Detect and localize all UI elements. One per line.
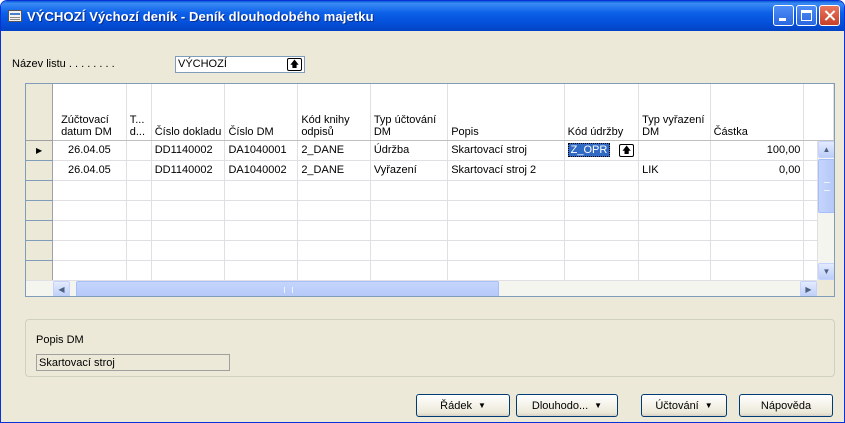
- scrollbar-corner: [817, 280, 834, 296]
- column-header-disposal-type[interactable]: Typ vyřazení DM: [638, 84, 711, 141]
- empty-row[interactable]: [26, 220, 834, 241]
- scroll-left-button[interactable]: ◀: [53, 281, 70, 296]
- row-selector[interactable]: [26, 220, 54, 241]
- table-row[interactable]: ▶ 26.04.05 DD1140002 DA1040001 2_DANE Úd…: [26, 140, 834, 161]
- scroll-down-icon: ▼: [822, 267, 831, 276]
- minimize-icon: [779, 18, 786, 21]
- chevron-down-icon: ▼: [704, 401, 713, 410]
- chevron-down-icon: ▼: [477, 401, 486, 410]
- minimize-button[interactable]: [773, 5, 794, 26]
- journal-window: VÝCHOZÍ Výchozí deník - Deník dlouhodobé…: [0, 0, 845, 423]
- column-header-posting-type[interactable]: Typ účtování DM: [370, 84, 449, 141]
- help-label: Nápověda: [760, 399, 812, 412]
- window-controls: [773, 5, 840, 26]
- cell-description[interactable]: Skartovací stroj 2: [447, 160, 565, 181]
- column-header-extra: [803, 84, 834, 141]
- cell-maintenance-code[interactable]: [564, 160, 640, 181]
- cell-disposal-type[interactable]: [638, 140, 711, 161]
- posting-menu-button[interactable]: Účtování ▼: [641, 394, 727, 417]
- cell-fa-no[interactable]: DA1040002: [224, 160, 299, 181]
- empty-row[interactable]: [26, 200, 834, 221]
- maintenance-code-input[interactable]: Z_OPR: [567, 143, 611, 157]
- close-button[interactable]: [819, 5, 840, 26]
- header-row: Zúčtovací datum DM T... d... Číslo dokla…: [26, 84, 834, 141]
- horizontal-scrollbar[interactable]: ◀ ▶: [26, 280, 817, 296]
- cell-posting-type[interactable]: Vyřazení: [370, 160, 449, 181]
- column-header-maintenance-code[interactable]: Kód údržby: [564, 84, 640, 141]
- scroll-up-button[interactable]: ▲: [818, 141, 834, 158]
- journal-lines-table: Zúčtovací datum DM T... d... Číslo dokla…: [26, 84, 834, 281]
- help-button[interactable]: Nápověda: [739, 394, 833, 417]
- cell-date[interactable]: 26.04.05: [52, 160, 127, 181]
- cell-date[interactable]: 26.04.05: [52, 140, 127, 161]
- scroll-left-icon: ◀: [58, 285, 65, 294]
- table-row[interactable]: 26.04.05 DD1140002 DA1040002 2_DANE Vyřa…: [26, 160, 834, 181]
- row-selector[interactable]: [26, 160, 54, 181]
- fa-description-field: Skartovací stroj: [36, 354, 230, 371]
- journal-lines-grid: Zúčtovací datum DM T... d... Číslo dokla…: [25, 83, 835, 297]
- column-header-amount[interactable]: Částka: [710, 84, 805, 141]
- sheet-name-value: VÝCHOZÍ: [178, 58, 227, 70]
- cell-posting-type[interactable]: Údržba: [370, 140, 449, 161]
- cell-disposal-type[interactable]: LIK: [638, 160, 711, 181]
- vertical-scroll-thumb[interactable]: [818, 159, 834, 213]
- column-header-depr-book[interactable]: Kód knihy odpisů: [297, 84, 371, 141]
- lookup-arrow-icon[interactable]: 🡅: [619, 143, 635, 157]
- scroll-up-icon: ▲: [822, 145, 831, 154]
- fa-description-label: Popis DM: [36, 334, 84, 346]
- cell-depr-book[interactable]: 2_DANE: [297, 160, 371, 181]
- cell-doc-no[interactable]: DD1140002: [151, 160, 226, 181]
- empty-row[interactable]: [26, 260, 834, 281]
- cell-amount[interactable]: 100,00: [710, 140, 805, 161]
- cell-fa-no[interactable]: DA1040001: [224, 140, 299, 161]
- sheet-name-field[interactable]: VÝCHOZÍ 🡅: [175, 55, 305, 73]
- maximize-button[interactable]: [796, 5, 817, 26]
- cell-maintenance-code-editing[interactable]: Z_OPR 🡅: [564, 140, 640, 161]
- cell-type[interactable]: [126, 140, 152, 161]
- close-icon: [820, 6, 839, 25]
- cell-description[interactable]: Skartovací stroj: [447, 140, 565, 161]
- column-header-fa-no[interactable]: Číslo DM: [224, 84, 299, 141]
- column-header-type[interactable]: T... d...: [126, 84, 152, 141]
- row-selector[interactable]: [26, 260, 54, 281]
- cell-depr-book[interactable]: 2_DANE: [297, 140, 371, 161]
- row-selector[interactable]: ▶: [26, 140, 54, 161]
- posting-menu-label: Účtování: [655, 399, 699, 412]
- fa-description-panel: Popis DM Skartovací stroj: [25, 319, 835, 377]
- empty-row[interactable]: [26, 180, 834, 201]
- row-selector[interactable]: [26, 180, 54, 201]
- journal-icon: [8, 10, 22, 22]
- cell-type[interactable]: [126, 160, 152, 181]
- scroll-right-icon: ▶: [805, 285, 812, 294]
- sheet-name-row: Název listu . . . . . . . . VÝCHOZÍ 🡅: [12, 55, 305, 73]
- window-title: VÝCHOZÍ Výchozí deník - Deník dlouhodobé…: [27, 8, 374, 24]
- fixed-asset-menu-button[interactable]: Dlouhodo... ▼: [516, 394, 618, 417]
- chevron-down-icon: ▼: [594, 401, 603, 410]
- line-menu-label: Řádek: [440, 399, 472, 412]
- horizontal-scroll-thumb[interactable]: [76, 281, 499, 296]
- line-menu-button[interactable]: Řádek ▼: [416, 394, 510, 417]
- cell-doc-no[interactable]: DD1140002: [151, 140, 226, 161]
- fa-description-value: Skartovací stroj: [39, 356, 115, 369]
- column-header-doc-no[interactable]: Číslo dokladu: [151, 84, 226, 141]
- title-bar[interactable]: VÝCHOZÍ Výchozí deník - Deník dlouhodobé…: [1, 1, 844, 31]
- row-selector[interactable]: [26, 240, 54, 261]
- lookup-arrow-icon[interactable]: 🡅: [287, 57, 302, 71]
- maximize-icon: [801, 10, 812, 21]
- scroll-right-button[interactable]: ▶: [800, 281, 817, 296]
- vertical-scrollbar[interactable]: ▲ ▼: [817, 141, 834, 280]
- empty-row[interactable]: [26, 240, 834, 261]
- column-header-description[interactable]: Popis: [447, 84, 565, 141]
- fixed-asset-menu-label: Dlouhodo...: [531, 399, 589, 412]
- row-selector[interactable]: [26, 200, 54, 221]
- scroll-down-button[interactable]: ▼: [818, 263, 834, 280]
- column-header-date[interactable]: Zúčtovací datum DM: [52, 84, 127, 141]
- header-selector: [26, 84, 54, 141]
- row-pointer-icon: ▶: [35, 145, 43, 155]
- cell-amount[interactable]: 0,00: [710, 160, 805, 181]
- sheet-name-label: Název listu . . . . . . . .: [12, 58, 115, 70]
